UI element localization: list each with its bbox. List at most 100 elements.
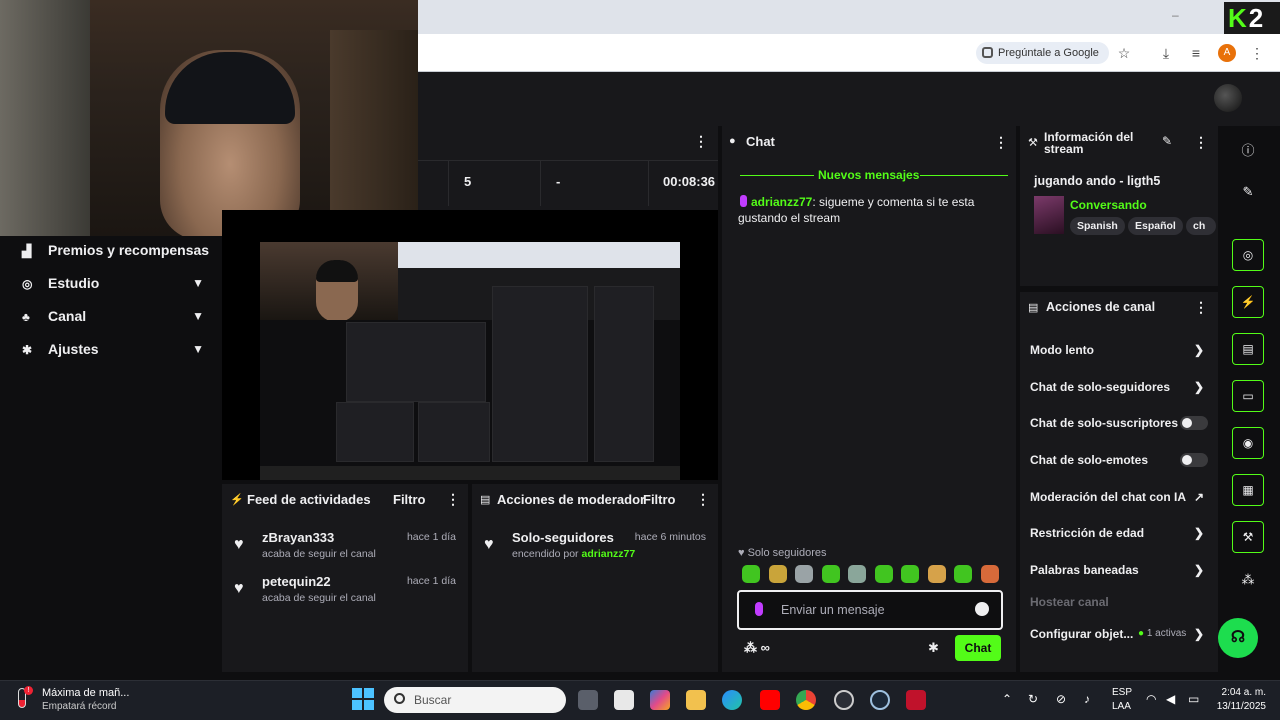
tag-badge: Spanish (1070, 217, 1125, 235)
taskbar-search-input[interactable]: Buscar (384, 687, 566, 713)
pencil-icon[interactable]: ✎ (1232, 184, 1264, 208)
task-view-icon[interactable] (578, 690, 598, 710)
stream-preview[interactable] (222, 210, 718, 480)
rail-broadcast-icon[interactable]: ◉ (1232, 427, 1264, 459)
menu-dots-icon[interactable]: ⋮ (694, 133, 708, 150)
document-icon: ▤ (1028, 302, 1039, 314)
emote-icon[interactable] (822, 565, 840, 583)
sidebar-item-rewards[interactable]: ▟ Premios y recompensas (22, 239, 212, 261)
rail-lightning-icon[interactable]: ⚡ (1232, 286, 1264, 318)
rail-chat-icon[interactable]: ▭ (1232, 380, 1264, 412)
bookmark-star-icon[interactable]: ☆ (1115, 44, 1133, 62)
followers-only-label: Solo seguidores (747, 547, 827, 559)
chevron-up-icon[interactable]: ⌃ (1002, 692, 1012, 706)
action-followers-only[interactable]: Chat de solo-seguidores ❯ (1030, 378, 1210, 396)
youtube-icon[interactable] (760, 690, 780, 710)
network-off-icon[interactable]: ⊘ (1056, 692, 1066, 706)
action-age-restriction[interactable]: Restricción de edad ❯ (1030, 524, 1210, 542)
action-subscribers-only[interactable]: Chat de solo-suscriptores (1030, 414, 1210, 432)
rail-wrench-icon[interactable]: ⚒ (1232, 521, 1264, 553)
clock-time[interactable]: 2:04 a. m. (1218, 687, 1266, 698)
chat-message-input[interactable]: Enviar un mensaje (737, 590, 1003, 630)
action-emotes-only[interactable]: Chat de solo-emotes (1030, 451, 1210, 469)
chrome-browser-icon[interactable] (796, 690, 816, 710)
support-headset-icon[interactable]: ☊ (1218, 618, 1258, 658)
microphone-icon[interactable]: ♪ (1084, 692, 1090, 706)
rail-stream-preview-icon[interactable]: ◎ (1232, 239, 1264, 271)
edge-browser-icon[interactable] (722, 690, 742, 710)
sidebar-item-label: Estudio (48, 275, 100, 291)
emote-icon[interactable] (769, 565, 787, 583)
menu-dots-icon[interactable]: ⋮ (1194, 134, 1208, 151)
emote-icon[interactable] (954, 565, 972, 583)
emote-icon[interactable] (901, 565, 919, 583)
sidebar-item-channel[interactable]: ♣ Canal ▼ (22, 305, 212, 327)
chevron-right-icon: ❯ (1193, 526, 1204, 540)
action-configure-goals[interactable]: Configurar objet... ● 1 activas ❯ (1030, 625, 1210, 643)
emoji-icon[interactable] (975, 602, 989, 616)
site-header (418, 72, 1280, 126)
follower-name[interactable]: petequin22 (262, 574, 331, 589)
chat-bubble-icon: ● (729, 135, 736, 147)
user-avatar[interactable] (1214, 84, 1242, 112)
rail-user-card-icon[interactable]: ▦ (1232, 474, 1264, 506)
battery-icon[interactable]: ▭ (1188, 692, 1199, 706)
steam-icon[interactable] (870, 690, 890, 710)
app-icon[interactable] (906, 690, 926, 710)
sidebar-item-settings[interactable]: ✱ Ajustes ▼ (22, 338, 212, 360)
subscribers-only-toggle[interactable] (1180, 416, 1208, 430)
menu-dots-icon[interactable]: ⋮ (446, 491, 460, 508)
calendar-app-icon[interactable] (614, 690, 634, 710)
download-icon[interactable]: ⤓ (1157, 44, 1175, 62)
chat-username[interactable]: adrianzz77 (751, 195, 812, 209)
file-explorer-icon[interactable] (686, 690, 706, 710)
filter-button[interactable]: Filtro (643, 492, 676, 507)
menu-dots-icon[interactable]: ⋮ (1194, 299, 1208, 316)
info-icon[interactable]: ⓘ (1232, 140, 1264, 164)
copilot-icon[interactable] (650, 690, 670, 710)
goals-count: 1 activas (1146, 628, 1187, 639)
action-ai-moderation[interactable]: Moderación del chat con IA ↗ (1030, 488, 1210, 506)
gift-icon: ▟ (22, 244, 32, 258)
volume-icon[interactable]: ◀ (1166, 692, 1175, 706)
chat-tools[interactable]: ⁂ ∞ (744, 640, 770, 656)
sync-icon[interactable]: ↻ (1028, 692, 1038, 706)
emote-icon[interactable] (875, 565, 893, 583)
profile-avatar[interactable]: A (1218, 44, 1236, 62)
emote-icon[interactable] (742, 565, 760, 583)
windows-start-icon[interactable] (352, 688, 374, 710)
emote-icon[interactable] (981, 565, 999, 583)
thermometer-icon[interactable]: ! (14, 686, 33, 710)
pencil-icon[interactable]: ✎ (1162, 134, 1172, 148)
action-slow-mode[interactable]: Modo lento ❯ (1030, 341, 1210, 359)
menu-dots-icon[interactable]: ⋮ (696, 491, 710, 508)
filter-button[interactable]: Filtro (393, 492, 426, 507)
app-icon[interactable] (834, 690, 854, 710)
emotes-only-toggle[interactable] (1180, 453, 1208, 467)
menu-dots-icon[interactable]: ⋮ (1248, 44, 1266, 62)
rail-points-icon[interactable]: ⁂ (1232, 572, 1264, 596)
subs-stat: - (556, 174, 561, 189)
chat-settings-gear-icon[interactable]: ✱ (928, 640, 939, 656)
action-banned-words[interactable]: Palabras baneadas ❯ (1030, 561, 1210, 579)
mod-action-user[interactable]: adrianzz77 (581, 548, 635, 560)
emote-icon[interactable] (848, 565, 866, 583)
media-control-icon[interactable]: ≡ (1187, 44, 1205, 62)
weather-headline[interactable]: Máxima de mañ... (42, 687, 129, 699)
mic-badge-icon (740, 195, 747, 207)
sidebar-item-studio[interactable]: ◎ Estudio ▼ (22, 272, 212, 294)
wifi-icon[interactable]: ◠ (1146, 692, 1156, 706)
stream-category[interactable]: Conversando (1070, 198, 1147, 212)
chat-send-button[interactable]: Chat (955, 635, 1001, 661)
keyboard-language[interactable]: ESP (1112, 687, 1132, 698)
window-minimize-icon[interactable]: – (1172, 8, 1186, 22)
preview-panel (418, 402, 490, 462)
divider (448, 160, 449, 206)
emote-icon[interactable] (928, 565, 946, 583)
menu-dots-icon[interactable]: ⋮ (994, 134, 1008, 151)
logo-letter: K (1228, 3, 1247, 33)
follower-name[interactable]: zBrayan333 (262, 530, 334, 545)
rail-document-icon[interactable]: ▤ (1232, 333, 1264, 365)
ask-google-button[interactable]: Pregúntale a Google (976, 42, 1109, 64)
emote-icon[interactable] (795, 565, 813, 583)
